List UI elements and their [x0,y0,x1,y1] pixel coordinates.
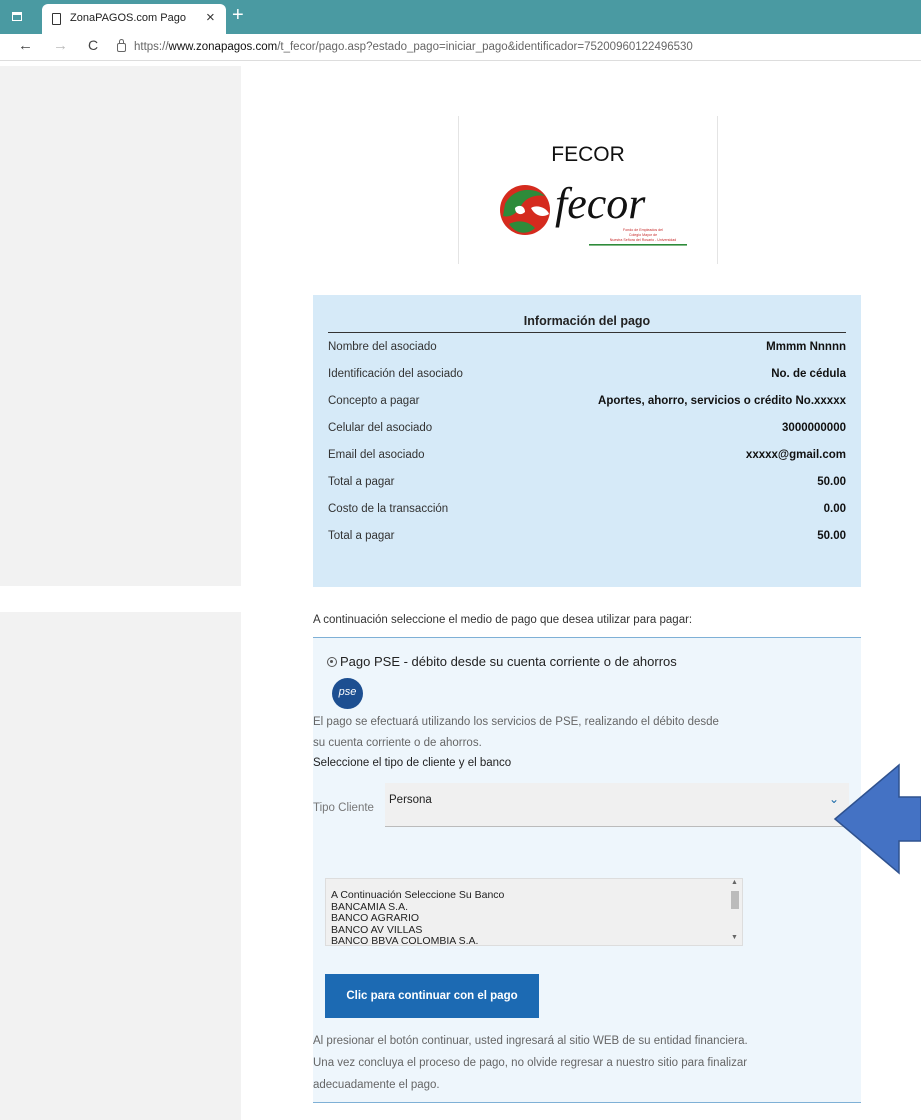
left-column [0,612,241,1120]
logo-word: fecor [555,179,646,228]
client-type-select[interactable]: Persona ⌄ [385,783,849,827]
pse-description: El pago se efectuará utilizando los serv… [313,716,719,728]
redirect-note: adecuadamente el pago. [313,1079,440,1091]
new-tab-icon[interactable]: + [232,3,244,27]
tab-close-icon[interactable]: × [206,9,215,26]
address-bar: ← → C https://www.zonapagos.com/t_fecor/… [0,34,921,61]
forward-icon[interactable]: → [53,37,68,54]
scrollbar-thumb[interactable] [731,891,739,909]
redirect-note: Al presionar el botón continuar, usted i… [313,1035,748,1047]
info-row: Costo de la transacción 0.00 [328,503,846,515]
info-row: Email del asociado xxxxx@gmail.com [328,449,846,461]
lock-icon[interactable] [117,39,126,52]
company-header: FECOR fecor Fondo de Empleados del Coleg… [458,116,718,264]
svg-text:Colegio Mayor de: Colegio Mayor de [629,233,657,237]
pse-option-label[interactable]: Pago PSE - débito desde su cuenta corrie… [340,654,677,669]
left-column [0,66,241,586]
bank-list-scrollbar[interactable]: ▲ ▼ [728,879,742,945]
svg-text:Nuestra Señora del Rosario - U: Nuestra Señora del Rosario - Universidad [610,238,677,242]
info-row: Nombre del asociado Mmmm Nnnnn [328,341,846,353]
bank-option[interactable]: A Continuación Seleccione Su Banco [331,889,504,902]
window-icon[interactable] [8,8,28,26]
pse-description: su cuenta corriente o de ahorros. [313,737,482,749]
bank-option[interactable]: BANCO BBVA COLOMBIA S.A. [331,935,504,948]
bank-option[interactable]: BANCO AGRARIO [331,912,504,925]
divider [328,332,846,333]
pse-logo-icon: pse [332,678,363,709]
reload-icon[interactable]: C [88,37,98,53]
client-type-label: Tipo Cliente [313,802,374,814]
payment-info-panel: Información del pago Nombre del asociado… [313,295,861,587]
scroll-up-icon[interactable]: ▲ [731,879,738,886]
redirect-note: Una vez concluya el proceso de pago, no … [313,1057,748,1069]
page-icon [52,13,61,25]
client-type-value: Persona [389,794,432,806]
tab-title: ZonaPAGOS.com Pago [70,12,186,24]
url-field[interactable]: https://www.zonapagos.com/t_fecor/pago.a… [134,41,693,53]
info-row: Total a pagar 50.00 [328,476,846,488]
company-name: FECOR [551,143,625,166]
info-row: Identificación del asociado No. de cédula [328,368,846,380]
payment-info-title: Información del pago [523,314,651,328]
pse-radio[interactable] [327,657,337,667]
back-icon[interactable]: ← [18,37,33,54]
scroll-down-icon[interactable]: ▼ [731,934,738,941]
browser-tab-bar: ZonaPAGOS.com Pago × + [0,0,921,34]
info-row: Total a pagar 50.00 [328,530,846,542]
payment-method-intro: A continuación seleccione el medio de pa… [313,614,693,626]
section-subtitle: Seleccione el tipo de cliente y el banco [313,757,512,769]
continue-payment-button[interactable]: Clic para continuar con el pago [325,974,539,1018]
bank-listbox[interactable]: A Continuación Seleccione Su Banco BANCA… [325,878,743,948]
left-arrow-icon [833,763,921,875]
fecor-emblem-icon [500,185,550,235]
info-row: Concepto a pagar Aportes, ahorro, servici… [328,395,846,407]
info-row: Celular del asociado 3000000000 [328,422,846,434]
fecor-logo: fecor Fondo de Empleados del Colegio May… [500,179,687,246]
svg-text:Fondo de Empleados del: Fondo de Empleados del [623,228,663,232]
payment-method-panel: Pago PSE - débito desde su cuenta corrie… [313,637,861,1103]
browser-tab[interactable]: ZonaPAGOS.com Pago × [42,4,226,34]
